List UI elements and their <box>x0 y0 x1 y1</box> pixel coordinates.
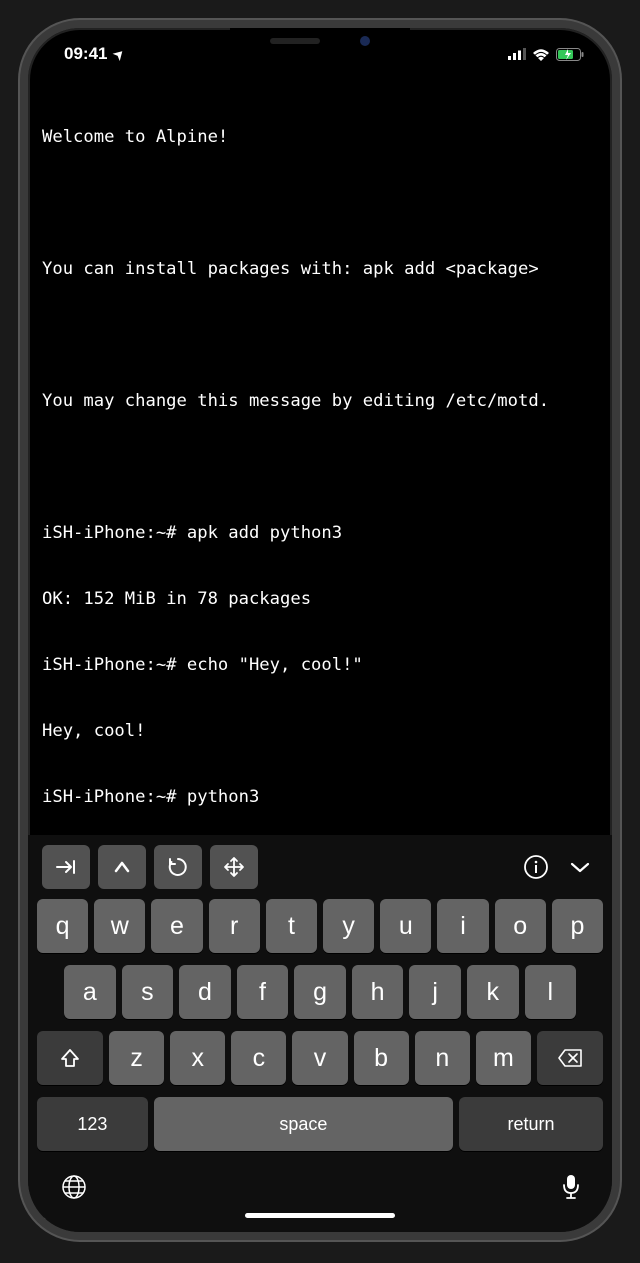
backspace-key[interactable] <box>537 1031 603 1085</box>
key-e[interactable]: e <box>151 899 202 953</box>
key-c[interactable]: c <box>231 1031 286 1085</box>
key-y[interactable]: y <box>323 899 374 953</box>
key-j[interactable]: j <box>409 965 461 1019</box>
wifi-icon <box>532 48 550 61</box>
phone-frame: 09:41 ➤ Welcome to Alpine! You can insta… <box>20 20 620 1240</box>
status-time: 09:41 ➤ <box>64 44 125 64</box>
keyboard-bottom-row <box>34 1161 606 1209</box>
shift-key[interactable] <box>37 1031 103 1085</box>
terminal-line: Hey, cool! <box>42 720 598 742</box>
key-m[interactable]: m <box>476 1031 531 1085</box>
key-z[interactable]: z <box>109 1031 164 1085</box>
key-row-2: a s d f g h j k l <box>34 965 606 1019</box>
info-button[interactable] <box>518 849 554 885</box>
collapse-keyboard-button[interactable] <box>562 849 598 885</box>
key-q[interactable]: q <box>37 899 88 953</box>
key-f[interactable]: f <box>237 965 289 1019</box>
key-h[interactable]: h <box>352 965 404 1019</box>
key-t[interactable]: t <box>266 899 317 953</box>
key-l[interactable]: l <box>525 965 577 1019</box>
cellular-icon <box>508 48 526 60</box>
key-v[interactable]: v <box>292 1031 347 1085</box>
key-k[interactable]: k <box>467 965 519 1019</box>
home-indicator[interactable] <box>245 1213 395 1218</box>
key-row-4: 123 space return <box>34 1097 606 1151</box>
terminal-line: iSH-iPhone:~# apk add python3 <box>42 522 598 544</box>
terminal-line: iSH-iPhone:~# python3 <box>42 786 598 808</box>
battery-icon <box>556 48 584 61</box>
terminal-line: OK: 152 MiB in 78 packages <box>42 588 598 610</box>
key-r[interactable]: r <box>209 899 260 953</box>
key-x[interactable]: x <box>170 1031 225 1085</box>
space-key[interactable]: space <box>154 1097 453 1151</box>
keyboard-accessory-row <box>34 845 606 899</box>
terminal-line <box>42 192 598 214</box>
key-p[interactable]: p <box>552 899 603 953</box>
key-g[interactable]: g <box>294 965 346 1019</box>
arrows-key[interactable] <box>210 845 258 889</box>
return-key[interactable]: return <box>459 1097 603 1151</box>
terminal-line: You can install packages with: apk add <… <box>42 258 598 280</box>
key-n[interactable]: n <box>415 1031 470 1085</box>
key-a[interactable]: a <box>64 965 116 1019</box>
key-row-1: q w e r t y u i o p <box>34 899 606 953</box>
globe-key[interactable] <box>60 1173 88 1201</box>
notch <box>230 28 410 56</box>
terminal-line: You may change this message by editing /… <box>42 390 598 412</box>
key-d[interactable]: d <box>179 965 231 1019</box>
terminal-line: Welcome to Alpine! <box>42 126 598 148</box>
key-i[interactable]: i <box>437 899 488 953</box>
key-row-3: z x c v b n m <box>34 1031 606 1085</box>
ctrl-key[interactable] <box>98 845 146 889</box>
esc-key[interactable] <box>154 845 202 889</box>
dictation-key[interactable] <box>562 1173 580 1201</box>
key-w[interactable]: w <box>94 899 145 953</box>
key-s[interactable]: s <box>122 965 174 1019</box>
key-o[interactable]: o <box>495 899 546 953</box>
key-b[interactable]: b <box>354 1031 409 1085</box>
tab-key[interactable] <box>42 845 90 889</box>
status-right <box>508 44 584 64</box>
keyboard: q w e r t y u i o p a s d f g h j k l z <box>28 835 612 1232</box>
numbers-key[interactable]: 123 <box>37 1097 148 1151</box>
terminal-line: iSH-iPhone:~# echo "Hey, cool!" <box>42 654 598 676</box>
terminal-line <box>42 324 598 346</box>
terminal-line <box>42 456 598 478</box>
key-u[interactable]: u <box>380 899 431 953</box>
